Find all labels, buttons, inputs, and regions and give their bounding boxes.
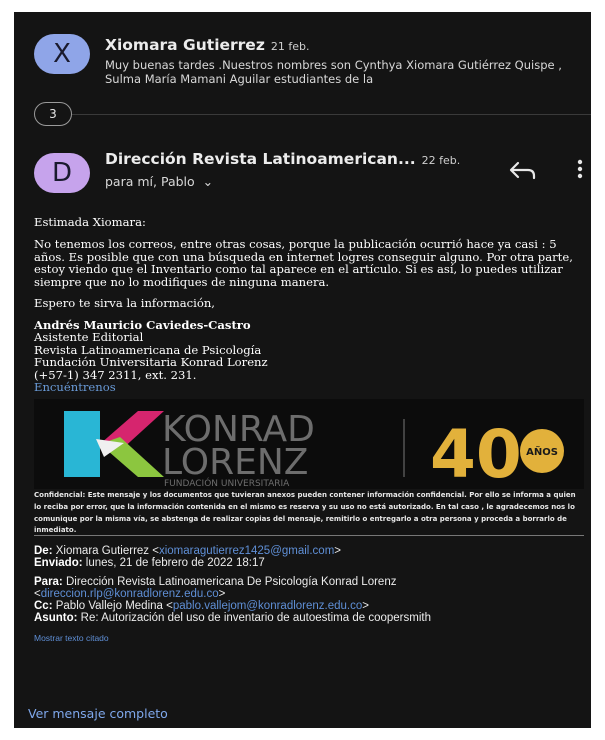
recipients-toggle[interactable]: para mí, Pablo ⌄ [105, 174, 213, 189]
sender-name: Xiomara Gutierrez [105, 36, 265, 54]
subject-label: Asunto: [34, 612, 78, 624]
sender-name-row: Xiomara Gutierrez 21 feb. [105, 36, 309, 54]
chevron-down-icon: ⌄ [202, 174, 214, 189]
cc-email[interactable]: pablo.vallejom@konradlorenz.edu.co [173, 600, 362, 612]
to-label: Para: [34, 576, 63, 588]
collapsed-divider [72, 114, 591, 115]
subject-value: Re: Autorización del uso de inventario d… [80, 612, 431, 624]
konrad-lorenz-logo: KONRAD LORENZ FUNDACIÓN UNIVERSITARIA 40… [64, 409, 564, 493]
confidential-notice: Confidencial: Este mensaje y los documen… [34, 491, 576, 535]
anniversary-badge: AÑOS [526, 445, 558, 458]
avatar: X [34, 34, 90, 74]
signature-role: Asistente Editorial [34, 330, 144, 345]
from-label: De: [34, 545, 53, 557]
reply-icon[interactable] [508, 158, 538, 184]
collapsed-messages-count[interactable]: 3 [34, 102, 72, 126]
logo-text-lorenz: LORENZ [162, 442, 308, 483]
anniversary-number: 40 [430, 416, 522, 489]
from-name: Xiomara Gutierrez [55, 545, 150, 557]
avatar-letter: D [51, 158, 73, 188]
signature-institution: Fundación Universitaria Konrad Lorenz [34, 355, 268, 370]
message-snippet: Muy buenas tardes .Nuestros nombres son … [105, 58, 562, 86]
signature-link[interactable]: Encuéntrenos [34, 381, 584, 394]
to-email[interactable]: direccion.rlp@konradlorenz.edu.co [41, 588, 219, 600]
more-options-icon[interactable] [576, 157, 584, 181]
sender-name-row: Dirección Revista Latinoamerican... 22 fe… [105, 150, 460, 168]
logo-text-fundacion: FUNDACIÓN UNIVERSITARIA [164, 477, 290, 489]
message-date: 22 feb. [421, 154, 461, 167]
cc-name: Pablo Vallejo Medina [55, 600, 163, 612]
view-full-message-link[interactable]: Ver mensaje completo [28, 706, 168, 721]
email-thread-view: X Xiomara Gutierrez 21 feb. Muy buenas ta… [14, 12, 591, 728]
quoted-subject-line: Asunto: Re: Autorización del uso de inve… [34, 612, 591, 625]
avatar: D [34, 153, 90, 193]
quoted-to-line: Para: Dirección Revista Latinoamericana … [34, 576, 397, 600]
recipients-label: para mí, Pablo [105, 174, 195, 189]
konrad-lorenz-banner: KONRAD LORENZ FUNDACIÓN UNIVERSITARIA 40… [34, 399, 584, 493]
sent-value: lunes, 21 de febrero de 2022 18:17 [85, 557, 265, 569]
message-date: 21 feb. [270, 40, 310, 53]
quoted-divider [34, 535, 584, 536]
signature-phone: (+57-1) 347 2311, ext. 231. [34, 367, 197, 382]
cc-label: Cc: [34, 600, 53, 612]
avatar-letter: X [53, 39, 71, 69]
sender-name: Dirección Revista Latinoamerican... [105, 150, 416, 168]
to-name: Dirección Revista Latinoamericana De Psi… [65, 576, 397, 588]
body-closing: Espero te sirva la información, [34, 296, 215, 310]
show-quoted-text-link[interactable]: Mostrar texto citado [34, 633, 109, 643]
signature: Andrés Mauricio Caviedes-Castro Asistent… [34, 319, 584, 394]
quoted-sent-line: Enviado: lunes, 21 de febrero de 2022 18… [34, 557, 591, 570]
body-greeting: Estimada Xiomara: [34, 215, 146, 229]
body-paragraph: No tenemos los correos, entre otras cosa… [34, 237, 573, 289]
from-email[interactable]: xiomaragutierrez1425@gmail.com [159, 545, 334, 557]
sent-label: Enviado: [34, 557, 83, 569]
